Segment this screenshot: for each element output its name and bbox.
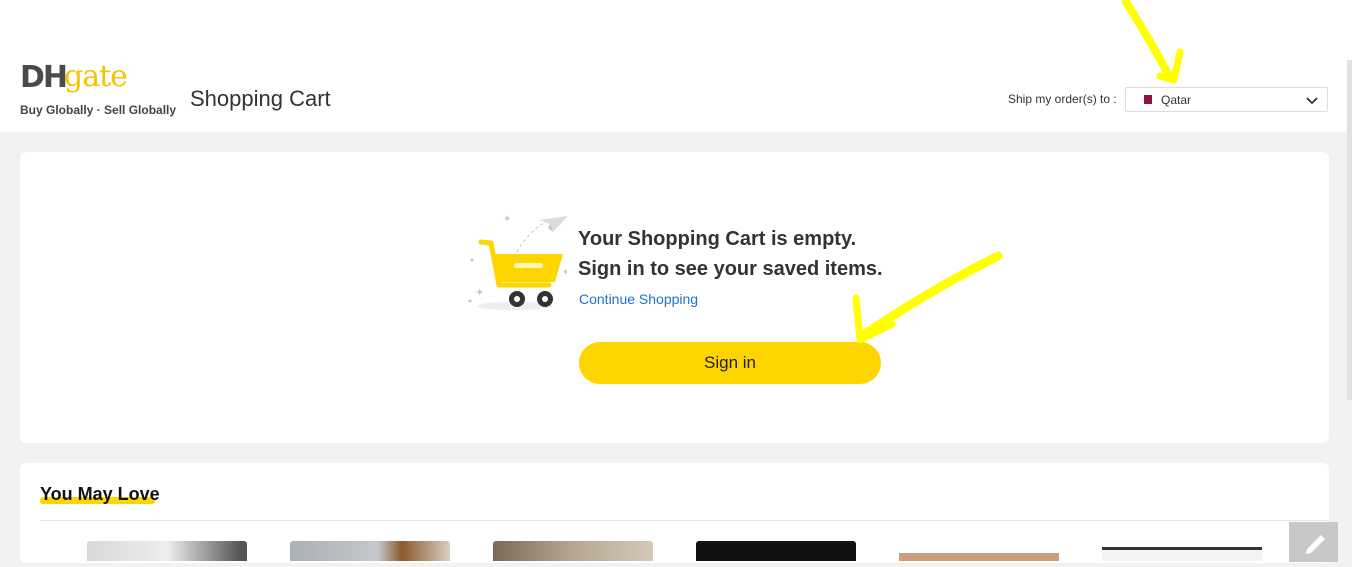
edit-button[interactable] bbox=[1289, 522, 1338, 562]
svg-text:✦: ✦ bbox=[475, 286, 484, 299]
logo-tagline: Buy Globally · Sell Globally bbox=[20, 103, 177, 117]
ship-country-select[interactable]: Qatar bbox=[1125, 87, 1328, 112]
qatar-flag-icon bbox=[1141, 95, 1152, 104]
product-thumbnail[interactable] bbox=[1102, 541, 1262, 561]
product-thumbnail[interactable] bbox=[290, 541, 450, 561]
recommendations-title: You May Love bbox=[40, 484, 160, 504]
svg-text:✦: ✦ bbox=[503, 214, 511, 225]
product-thumbnail[interactable] bbox=[696, 541, 856, 561]
svg-text:✦: ✦ bbox=[562, 268, 567, 278]
product-thumbnail[interactable] bbox=[493, 541, 653, 561]
product-thumbnail[interactable] bbox=[899, 541, 1059, 561]
chevron-down-icon bbox=[1306, 97, 1318, 105]
empty-cart-panel: ✦ ✦ ✦ Your Shopping Cart is empty. Sign … bbox=[20, 152, 1329, 443]
divider bbox=[40, 520, 1329, 521]
page-title: Shopping Cart bbox=[190, 86, 331, 111]
logo-dh-text: DH bbox=[20, 60, 68, 95]
ship-to-label: Ship my order(s) to : bbox=[1008, 92, 1117, 106]
logo-gate-text: gate bbox=[64, 59, 128, 94]
sign-in-prompt: Sign in to see your saved items. bbox=[578, 258, 883, 280]
sign-in-button[interactable]: Sign in bbox=[579, 342, 881, 384]
product-thumbnail[interactable] bbox=[87, 541, 247, 561]
scrollbar[interactable] bbox=[1347, 60, 1352, 400]
dhgate-logo[interactable]: DH gate Buy Globally · Sell Globally bbox=[20, 59, 176, 122]
ship-country-value: Qatar bbox=[1161, 93, 1192, 107]
empty-cart-message: Your Shopping Cart is empty. bbox=[578, 228, 857, 250]
continue-shopping-link[interactable]: Continue Shopping bbox=[579, 291, 698, 307]
recommendations-panel: You May Love bbox=[20, 463, 1329, 563]
shopping-cart-icon: ✦ ✦ ✦ bbox=[468, 214, 567, 310]
pencil-icon bbox=[1306, 535, 1325, 554]
header: DH gate Buy Globally · Sell Globally Sho… bbox=[0, 0, 1352, 132]
